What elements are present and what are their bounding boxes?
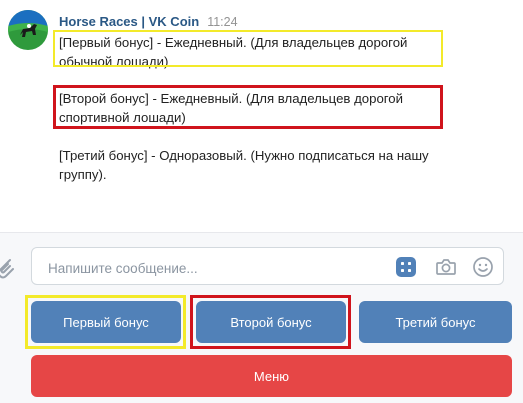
- smile-icon[interactable]: [472, 256, 494, 278]
- message-time: 11:24: [207, 15, 238, 29]
- sender-name[interactable]: Horse Races | VK Coin: [59, 14, 199, 29]
- highlight-first-bonus-text: [53, 30, 443, 67]
- camera-icon[interactable]: [435, 256, 457, 278]
- bot-keyboard-icon[interactable]: [395, 256, 417, 278]
- message-input[interactable]: [46, 257, 380, 279]
- highlight-second-bonus-text: [53, 85, 443, 129]
- third-bonus-button[interactable]: Третий бонус: [359, 301, 512, 343]
- highlight-second-bonus-button: [190, 295, 351, 349]
- compose-area: Первый бонус Второй бонус Третий бонус М…: [0, 233, 523, 403]
- menu-button[interactable]: Меню: [31, 355, 512, 397]
- horse-logo-icon: [8, 10, 48, 50]
- bonus-line-third: [Третий бонус] - Одноразовый. (Нужно под…: [59, 148, 429, 182]
- message-block: Horse Races | VK Coin 11:24 [Первый бонус…: [0, 0, 523, 232]
- message-input-box[interactable]: [31, 247, 504, 285]
- group-avatar[interactable]: [8, 10, 48, 50]
- chat-window: Horse Races | VK Coin 11:24 [Первый бонус…: [0, 0, 523, 403]
- paperclip-icon[interactable]: [0, 255, 16, 281]
- message-header: Horse Races | VK Coin 11:24: [59, 14, 238, 30]
- highlight-first-bonus-button: [25, 295, 186, 349]
